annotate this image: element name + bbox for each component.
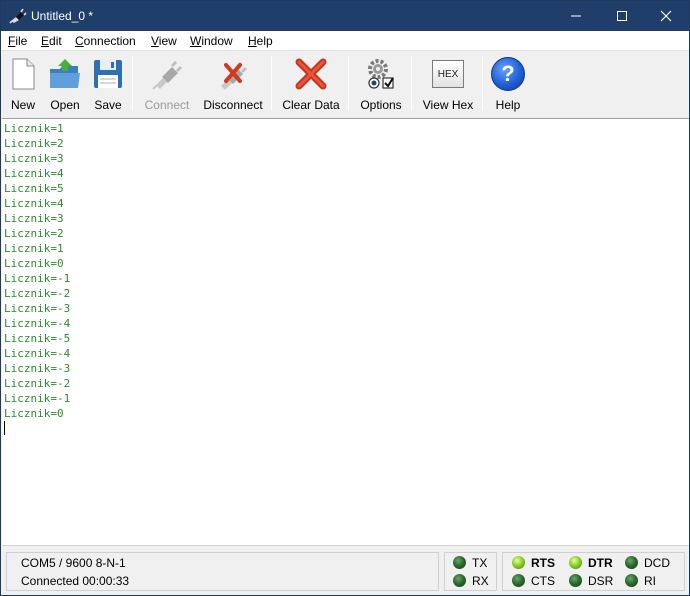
dtr-led-icon[interactable] <box>569 556 582 569</box>
disconnect-button[interactable]: Disconnect <box>201 54 265 112</box>
rx-label: RX <box>472 574 489 588</box>
rts-led-icon[interactable] <box>512 556 525 569</box>
hex-icon: HEX <box>432 60 464 88</box>
terminal-line: Licznik=1 <box>4 122 64 135</box>
dtr-label: DTR <box>588 556 613 570</box>
app-plug-icon <box>9 8 27 24</box>
help-button[interactable]: ? Help <box>490 54 526 112</box>
menu-connection[interactable]: Connection <box>75 34 136 48</box>
dsr-label: DSR <box>588 574 614 588</box>
view-hex-button[interactable]: HEX View Hex <box>420 54 476 112</box>
save-disk-icon <box>94 60 122 88</box>
terminal-line: Licznik=2 <box>4 137 64 150</box>
ri-label: RI <box>644 574 656 588</box>
terminal-line: Licznik=-2 <box>4 287 71 300</box>
menu-view[interactable]: View <box>151 34 177 48</box>
menu-bar: File Edit Connection View Window Help <box>1 31 689 51</box>
cts-led-icon <box>512 574 525 587</box>
terminal-lines: Licznik=1 Licznik=2 Licznik=3 Licznik=4 Licz… <box>2 121 70 421</box>
menu-window[interactable]: Window <box>190 34 233 48</box>
terminal-line: Licznik=3 <box>4 212 64 225</box>
ri-led-icon <box>625 574 638 587</box>
toolbar-separator <box>482 56 483 110</box>
dcd-label: DCD <box>644 556 670 570</box>
dsr-led-icon <box>569 574 582 587</box>
title-bar[interactable]: Untitled_0 * <box>1 1 689 31</box>
open-button[interactable]: Open <box>47 54 83 112</box>
terminal-line: Licznik=4 <box>4 167 64 180</box>
close-icon <box>660 10 672 22</box>
toolbar: New Open Save Connect Disconnect Clear D… <box>1 52 689 117</box>
text-cursor <box>4 421 5 435</box>
toolbar-separator <box>411 56 412 110</box>
signals-panel: RTS CTS DTR DSR DCD RI <box>502 552 685 591</box>
clear-data-button[interactable]: Clear Data <box>281 54 341 112</box>
terminal-line: Licznik=-3 <box>4 302 71 315</box>
terminal-line: Licznik=3 <box>4 152 64 165</box>
app-window: Untitled_0 * File Edit Connection View W… <box>0 0 690 596</box>
cts-label: CTS <box>531 574 555 588</box>
terminal-line: Licznik=-5 <box>4 332 71 345</box>
terminal-line: Licznik=0 <box>4 257 64 270</box>
options-gear-icon <box>368 59 394 89</box>
terminal-line: Licznik=-3 <box>4 362 71 375</box>
terminal-line: Licznik=5 <box>4 182 64 195</box>
tx-led-icon <box>453 556 466 569</box>
window-title: Untitled_0 * <box>31 9 94 23</box>
new-button[interactable]: New <box>5 54 41 112</box>
terminal-line: Licznik=-2 <box>4 377 71 390</box>
terminal-line: Licznik=4 <box>4 197 64 210</box>
terminal-line: Licznik=1 <box>4 242 64 255</box>
tx-label: TX <box>472 556 488 570</box>
rx-led-icon <box>453 574 466 587</box>
terminal-output[interactable]: Licznik=1 Licznik=2 Licznik=3 Licznik=4 Licz… <box>2 118 689 546</box>
connection-status-panel: COM5 / 9600 8-N-1 Connected 00:00:33 <box>6 552 439 591</box>
rts-label: RTS <box>531 556 555 570</box>
terminal-line: Licznik=-1 <box>4 392 71 405</box>
terminal-line: Licznik=-4 <box>4 347 71 360</box>
connection-time: Connected 00:00:33 <box>21 574 130 588</box>
open-folder-icon <box>50 59 80 88</box>
close-button[interactable] <box>643 1 689 31</box>
terminal-line: Licznik=-4 <box>4 317 71 330</box>
options-button[interactable]: Options <box>356 54 406 112</box>
maximize-icon <box>617 11 627 21</box>
minimize-icon <box>571 15 581 17</box>
disconnect-plug-icon <box>221 62 247 90</box>
menu-file[interactable]: File <box>8 34 27 48</box>
new-document-icon <box>12 58 35 90</box>
port-settings: COM5 / 9600 8-N-1 <box>21 556 126 570</box>
toolbar-separator <box>348 56 349 110</box>
toolbar-separator <box>271 56 272 110</box>
save-button[interactable]: Save <box>90 54 126 112</box>
status-bar: COM5 / 9600 8-N-1 Connected 00:00:33 TX … <box>1 547 689 595</box>
clear-x-icon <box>295 58 327 90</box>
connect-plug-icon <box>152 61 182 90</box>
menu-help[interactable]: Help <box>248 34 273 48</box>
maximize-button[interactable] <box>599 1 645 31</box>
minimize-button[interactable] <box>553 1 599 31</box>
menu-edit[interactable]: Edit <box>41 34 62 48</box>
toolbar-separator <box>132 56 133 110</box>
terminal-line: Licznik=0 <box>4 407 64 420</box>
dcd-led-icon <box>625 556 638 569</box>
help-question-icon: ? <box>491 57 525 91</box>
connect-button[interactable]: Connect <box>139 54 195 112</box>
terminal-line: Licznik=2 <box>4 227 64 240</box>
terminal-line: Licznik=-1 <box>4 272 71 285</box>
txrx-panel: TX RX <box>444 552 497 591</box>
